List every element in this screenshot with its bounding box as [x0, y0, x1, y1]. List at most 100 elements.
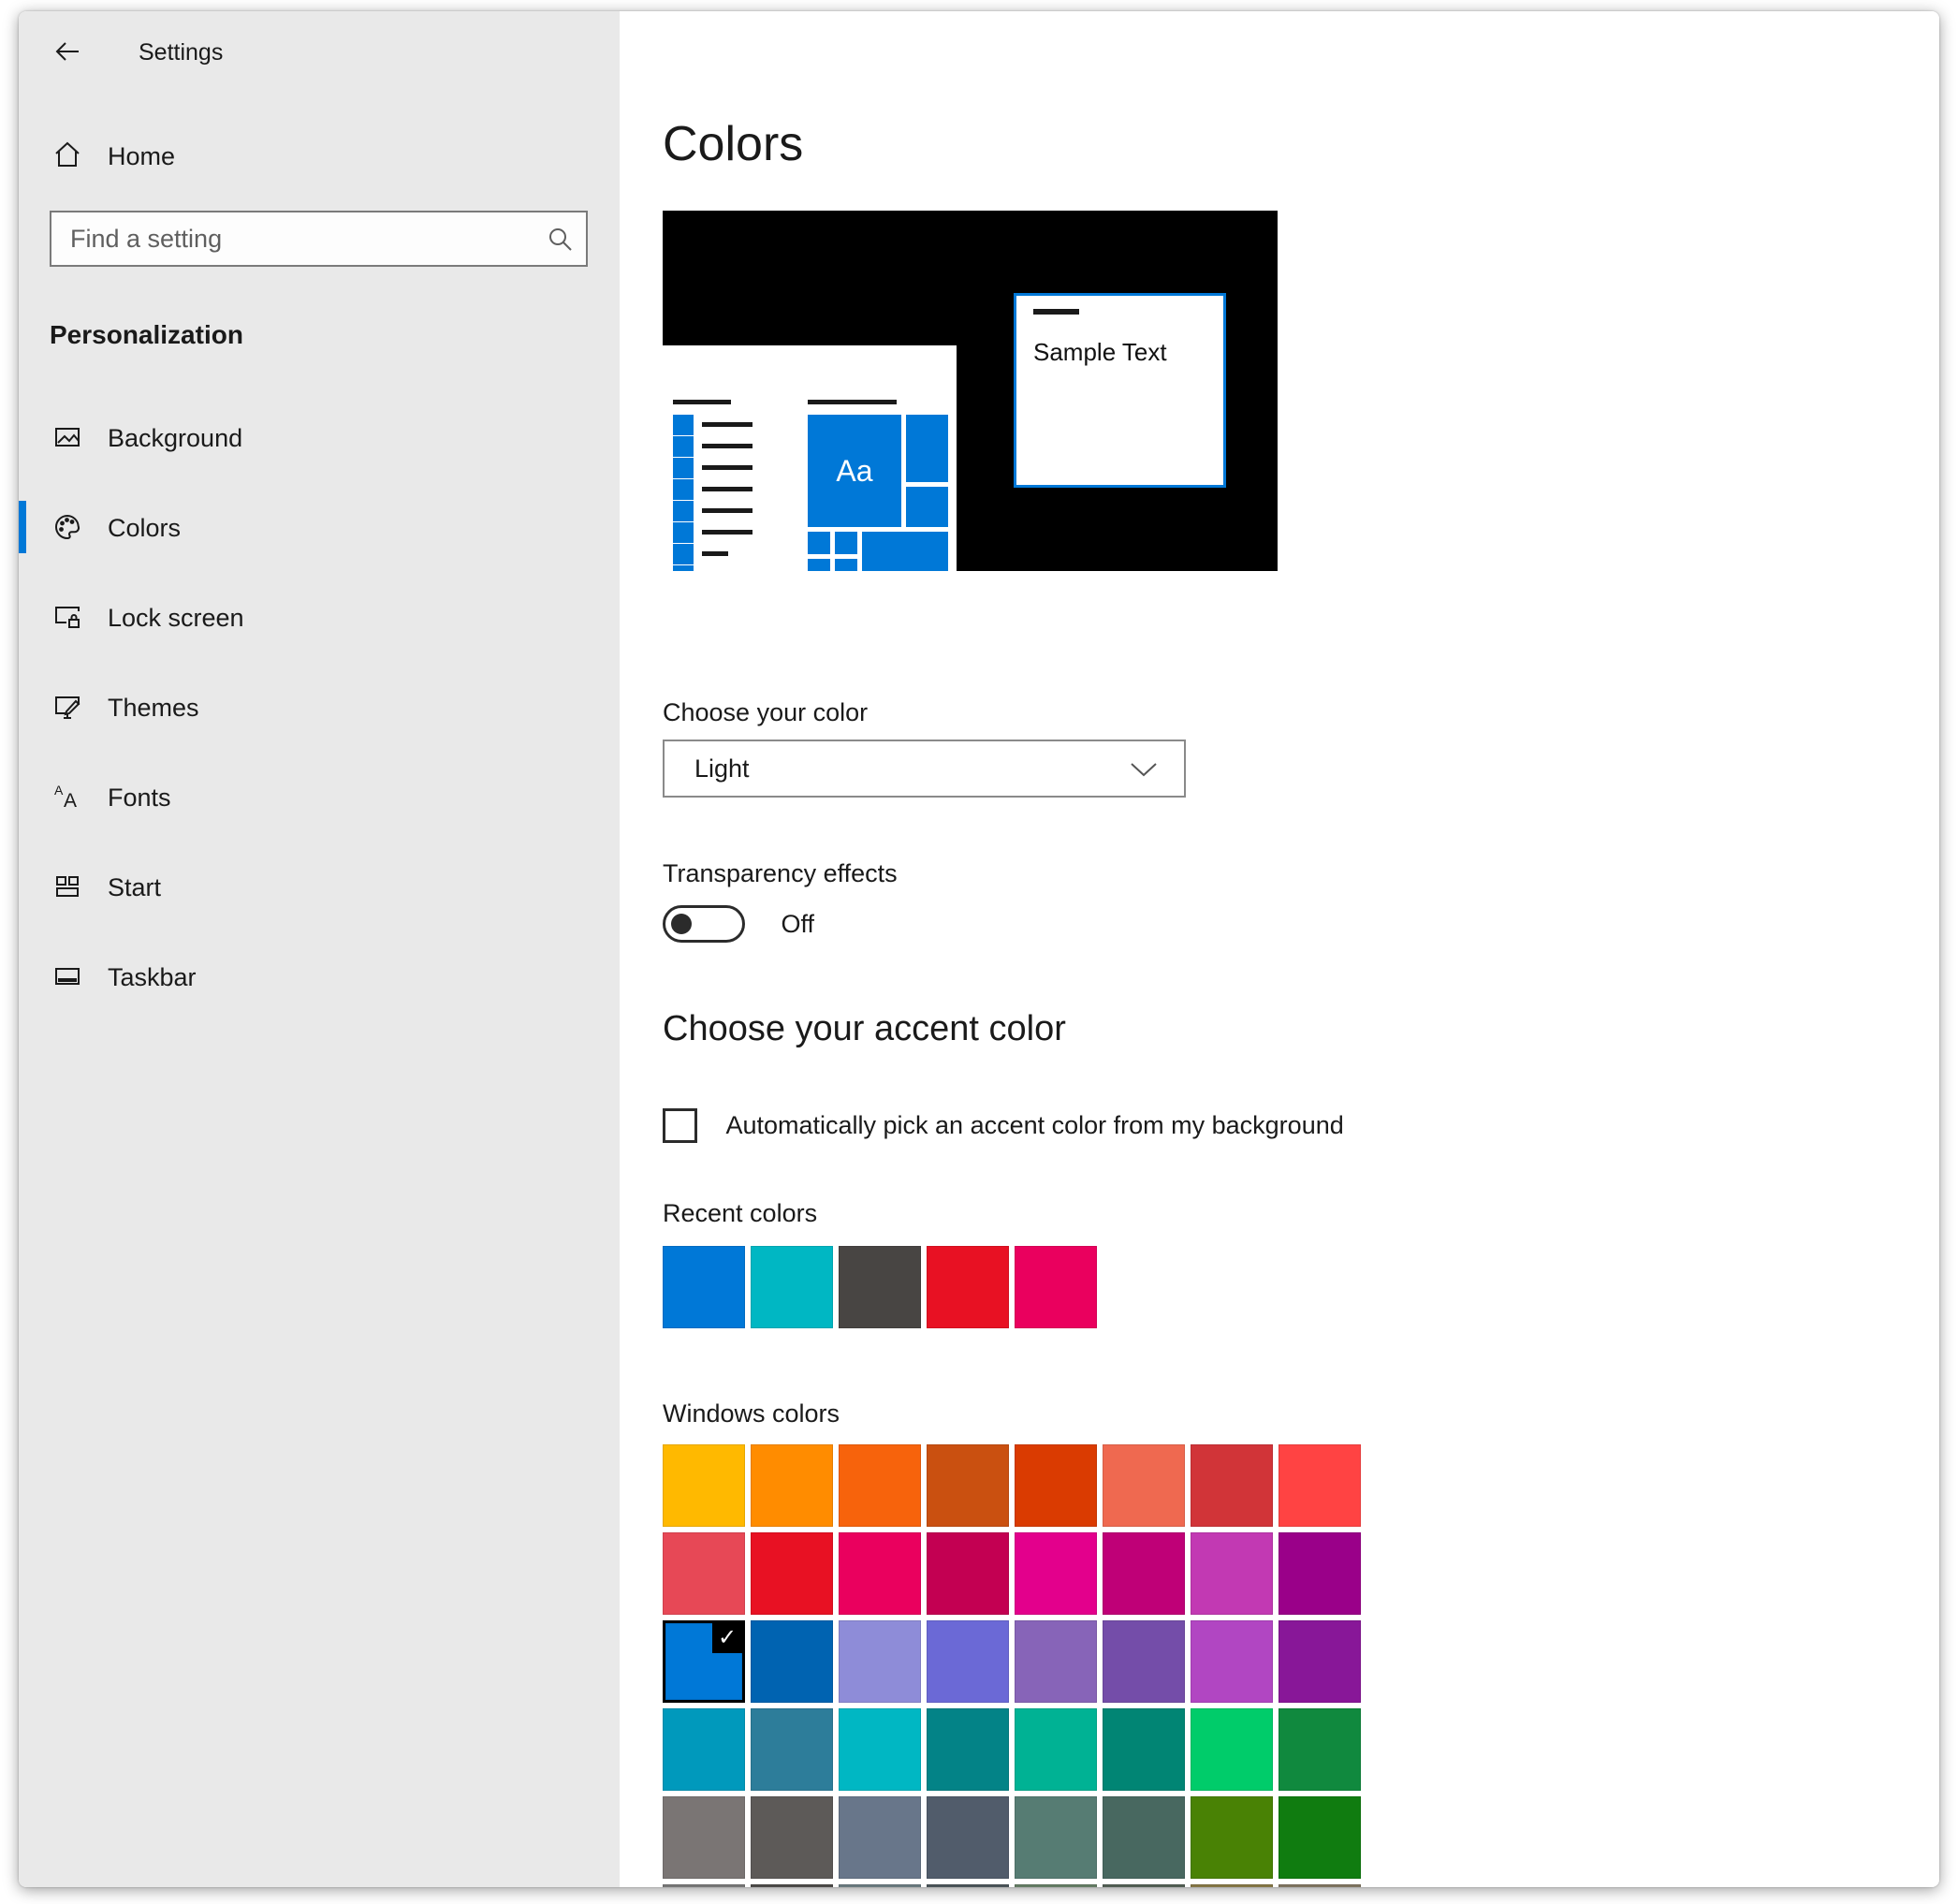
color-swatch[interactable] [1015, 1620, 1097, 1703]
sidebar-item-lock-screen[interactable]: Lock screen [19, 591, 620, 643]
color-swatch[interactable] [1279, 1620, 1361, 1703]
toggle-knob [671, 914, 692, 934]
color-swatch[interactable] [1191, 1532, 1273, 1615]
recent-colors-row [663, 1246, 1097, 1328]
color-swatch-selected[interactable]: ✓ [663, 1620, 745, 1703]
color-swatch[interactable] [1103, 1796, 1185, 1879]
color-swatch[interactable] [1103, 1620, 1185, 1703]
color-swatch[interactable] [839, 1884, 921, 1887]
choose-color-label: Choose your color [663, 698, 868, 727]
color-swatch[interactable] [1015, 1884, 1097, 1887]
color-swatch[interactable] [663, 1444, 745, 1527]
sidebar-item-label: Background [108, 424, 242, 453]
color-swatch[interactable] [751, 1708, 833, 1791]
color-swatch[interactable] [663, 1796, 745, 1879]
windows-colors-grid: ✓ [663, 1444, 1361, 1879]
color-swatch[interactable] [1279, 1444, 1361, 1527]
color-swatch[interactable] [927, 1620, 1009, 1703]
color-swatch[interactable] [1015, 1246, 1097, 1328]
sidebar-item-label: Lock screen [108, 604, 244, 633]
color-swatch[interactable] [663, 1708, 745, 1791]
sidebar-item-colors[interactable]: Colors [19, 501, 620, 553]
mock-line [702, 508, 753, 513]
color-swatch[interactable] [839, 1444, 921, 1527]
color-swatch[interactable] [1103, 1708, 1185, 1791]
color-swatch[interactable] [1191, 1884, 1273, 1887]
svg-text:A: A [64, 790, 77, 811]
color-swatch[interactable] [1103, 1444, 1185, 1527]
mock-tile [673, 544, 694, 564]
color-swatch[interactable] [1191, 1444, 1273, 1527]
color-swatch[interactable] [1103, 1884, 1185, 1887]
search-input[interactable] [51, 212, 538, 265]
color-swatch[interactable] [751, 1796, 833, 1879]
color-swatch[interactable] [1191, 1708, 1273, 1791]
color-swatch[interactable] [1279, 1796, 1361, 1879]
taskbar-icon [53, 962, 81, 990]
color-swatch[interactable] [839, 1796, 921, 1879]
transparency-toggle[interactable] [663, 905, 745, 943]
home-icon [53, 140, 81, 168]
sidebar-item-start[interactable]: Start [19, 860, 620, 913]
sidebar-item-home[interactable]: Home [19, 139, 620, 176]
color-mode-dropdown[interactable]: Light [663, 740, 1186, 798]
sidebar-item-label: Home [108, 142, 175, 171]
color-swatch[interactable] [1103, 1532, 1185, 1615]
color-swatch[interactable] [663, 1246, 745, 1328]
color-swatch[interactable] [751, 1246, 833, 1328]
color-swatch[interactable] [839, 1532, 921, 1615]
auto-accent-row: Automatically pick an accent color from … [663, 1108, 1344, 1144]
sidebar-item-fonts[interactable]: A A Fonts [19, 770, 620, 823]
image-icon [53, 423, 81, 451]
mock-line [702, 551, 728, 556]
color-swatch[interactable] [1015, 1444, 1097, 1527]
color-swatch[interactable] [751, 1444, 833, 1527]
color-swatch[interactable] [927, 1444, 1009, 1527]
color-swatch[interactable] [927, 1796, 1009, 1879]
mock-tile [673, 436, 694, 457]
color-swatch[interactable] [1015, 1796, 1097, 1879]
color-swatch[interactable] [927, 1246, 1009, 1328]
color-swatch[interactable] [839, 1246, 921, 1328]
color-swatch[interactable] [663, 1884, 745, 1887]
sidebar: Settings Home Personalization [19, 11, 620, 1887]
back-arrow-icon[interactable] [53, 37, 81, 66]
mock-line [673, 400, 731, 404]
color-swatch[interactable] [927, 1708, 1009, 1791]
mock-tile [673, 501, 694, 521]
color-swatch[interactable] [927, 1884, 1009, 1887]
mock-aa-tile: Aa [808, 415, 901, 527]
color-swatch[interactable] [1015, 1532, 1097, 1615]
color-swatch[interactable] [751, 1884, 833, 1887]
auto-accent-checkbox[interactable] [663, 1108, 697, 1143]
color-swatch[interactable] [1015, 1708, 1097, 1791]
preview-light-area: Aa [663, 345, 957, 571]
mock-tile [673, 479, 694, 500]
color-swatch[interactable] [663, 1532, 745, 1615]
color-swatch[interactable] [1279, 1884, 1361, 1887]
fonts-icon: A A [53, 783, 81, 811]
sidebar-item-label: Taskbar [108, 963, 197, 992]
sidebar-item-background[interactable]: Background [19, 411, 620, 463]
sample-window-titlebar [1033, 309, 1079, 315]
color-swatch[interactable] [1279, 1532, 1361, 1615]
start-icon [53, 872, 81, 901]
mock-line [702, 530, 753, 535]
sidebar-item-label: Themes [108, 694, 199, 723]
toggle-state-label: Off [781, 905, 814, 943]
mock-tile [862, 532, 948, 571]
mock-line [702, 444, 753, 448]
sidebar-item-taskbar[interactable]: Taskbar [19, 950, 620, 1003]
color-swatch[interactable] [927, 1532, 1009, 1615]
titlebar: Settings [19, 37, 620, 67]
mock-tile [673, 415, 694, 435]
color-swatch[interactable] [1191, 1796, 1273, 1879]
sidebar-item-themes[interactable]: Themes [19, 681, 620, 733]
color-swatch[interactable] [751, 1620, 833, 1703]
color-swatch[interactable] [751, 1532, 833, 1615]
color-swatch[interactable] [839, 1620, 921, 1703]
color-swatch[interactable] [1279, 1708, 1361, 1791]
dropdown-value: Light [694, 754, 750, 784]
color-swatch[interactable] [1191, 1620, 1273, 1703]
color-swatch[interactable] [839, 1708, 921, 1791]
